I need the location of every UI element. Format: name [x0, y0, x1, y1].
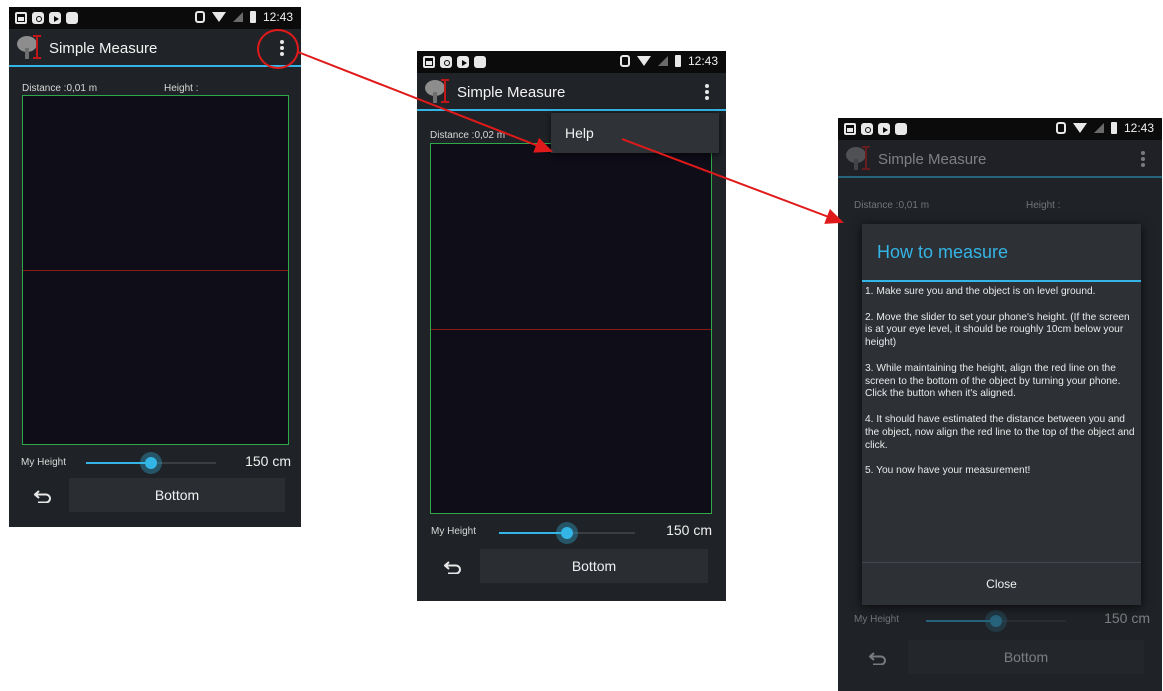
height-readout: Height : [164, 83, 199, 94]
overflow-menu: Help [551, 113, 719, 153]
instagram-notification-icon [32, 12, 44, 24]
action-row: Bottom [417, 549, 726, 585]
undo-icon [34, 490, 51, 503]
height-slider-thumb[interactable] [556, 522, 578, 544]
help-dialog: How to measure 1. Make sure you and the … [862, 224, 1141, 605]
menu-item-help[interactable]: Help [565, 125, 594, 141]
close-button[interactable]: Close [862, 563, 1141, 605]
signal-icon [1093, 123, 1104, 133]
instagram-notification-icon [440, 56, 452, 68]
height-slider[interactable] [926, 610, 1066, 632]
vibrate-icon [194, 11, 205, 23]
bottom-button[interactable]: Bottom [69, 478, 285, 512]
distance-readout: Distance :0,01 m [854, 200, 930, 211]
dialog-title: How to measure [877, 242, 1009, 262]
youtube-notification-icon [49, 12, 61, 24]
phone-screen-help-dialog: 12:43 Simple Measure Distance :0,01 m He… [838, 118, 1162, 691]
distance-readout: Distance :0,01 m [22, 83, 98, 94]
undo-icon [444, 561, 461, 574]
my-height-label: My Height [854, 614, 900, 625]
gallery-notification-icon [423, 56, 435, 68]
undo-button[interactable] [433, 555, 473, 579]
overflow-menu-button[interactable] [700, 81, 714, 103]
help-step: 2. Move the slider to set your phone's h… [865, 311, 1130, 349]
overflow-dot [705, 84, 709, 88]
instagram-notification-icon [861, 123, 873, 135]
app-title: Simple Measure [457, 84, 566, 101]
height-slider-thumb[interactable] [140, 452, 162, 474]
status-bar: 12:43 [838, 118, 1162, 140]
gallery-notification-icon [844, 123, 856, 135]
my-height-value: 150 cm [245, 453, 291, 469]
status-bar: 12:43 [417, 51, 726, 73]
undo-button[interactable] [858, 646, 898, 670]
youtube-notification-icon [878, 123, 890, 135]
youtube-notification-icon [457, 56, 469, 68]
highlight-circle [257, 29, 299, 69]
height-readout: Height : [1026, 200, 1061, 211]
message-notification-icon [895, 123, 907, 135]
message-notification-icon [474, 56, 486, 68]
undo-button[interactable] [23, 484, 63, 508]
alignment-red-line [431, 329, 711, 330]
tree-measure-logo-icon [17, 35, 41, 59]
dialog-body: 1. Make sure you and the object is on le… [865, 286, 1137, 491]
help-step: 3. While maintaining the height, align t… [865, 362, 1121, 400]
tree-measure-logo-icon [425, 79, 449, 103]
action-row: Bottom [838, 640, 1162, 676]
help-step: 4. It should have estimated the distance… [865, 413, 1135, 451]
app-title: Simple Measure [49, 40, 158, 57]
dialog-title-divider [862, 280, 1141, 282]
tree-measure-logo-icon [846, 146, 870, 170]
overflow-dot [1141, 151, 1145, 155]
overflow-dot [705, 96, 709, 100]
my-height-label: My Height [431, 526, 477, 537]
action-bar: Simple Measure [838, 140, 1162, 178]
my-height-row: My Height 150 cm [9, 451, 301, 475]
my-height-row: My Height 150 cm [417, 520, 726, 544]
status-time: 12:43 [1123, 121, 1154, 135]
signal-icon [657, 56, 668, 66]
status-time: 12:43 [262, 10, 293, 24]
vibrate-icon [1055, 122, 1066, 134]
height-slider[interactable] [499, 522, 635, 544]
alignment-red-line [23, 270, 288, 271]
wifi-icon [636, 56, 651, 66]
bottom-button[interactable]: Bottom [908, 640, 1144, 674]
wifi-icon [211, 12, 226, 22]
bottom-button[interactable]: Bottom [480, 549, 708, 583]
status-time: 12:43 [687, 54, 718, 68]
signal-icon [232, 12, 243, 22]
my-height-row: My Height 150 cm [838, 608, 1162, 632]
battery-icon [1110, 122, 1117, 134]
help-step: 5. You now have your measurement! [865, 465, 1031, 477]
height-slider[interactable] [86, 452, 216, 474]
my-height-value: 150 cm [666, 522, 712, 538]
my-height-label: My Height [21, 457, 67, 468]
help-step: 1. Make sure you and the object is on le… [865, 286, 1096, 297]
overflow-dot [705, 90, 709, 94]
camera-viewfinder [430, 143, 712, 514]
phone-screen-menu: 12:43 Simple Measure Distance :0,02 m He… [417, 51, 726, 601]
vibrate-icon [619, 55, 630, 67]
app-title: Simple Measure [878, 151, 987, 168]
message-notification-icon [66, 12, 78, 24]
status-bar: 12:43 [9, 7, 301, 29]
overflow-dot [1141, 163, 1145, 167]
undo-icon [869, 652, 886, 665]
gallery-notification-icon [15, 12, 27, 24]
overflow-menu-button[interactable] [1136, 148, 1150, 170]
action-row: Bottom [9, 478, 301, 514]
wifi-icon [1072, 123, 1087, 133]
battery-icon [249, 11, 256, 23]
my-height-value: 150 cm [1104, 610, 1150, 626]
distance-readout: Distance :0,02 m [430, 130, 506, 141]
action-bar: Simple Measure [417, 73, 726, 111]
height-slider-thumb[interactable] [985, 610, 1007, 632]
phone-screen-main: 12:43 Simple Measure Distance :0,01 m He… [9, 7, 301, 527]
overflow-dot [1141, 157, 1145, 161]
camera-viewfinder [22, 95, 289, 445]
battery-icon [674, 55, 681, 67]
